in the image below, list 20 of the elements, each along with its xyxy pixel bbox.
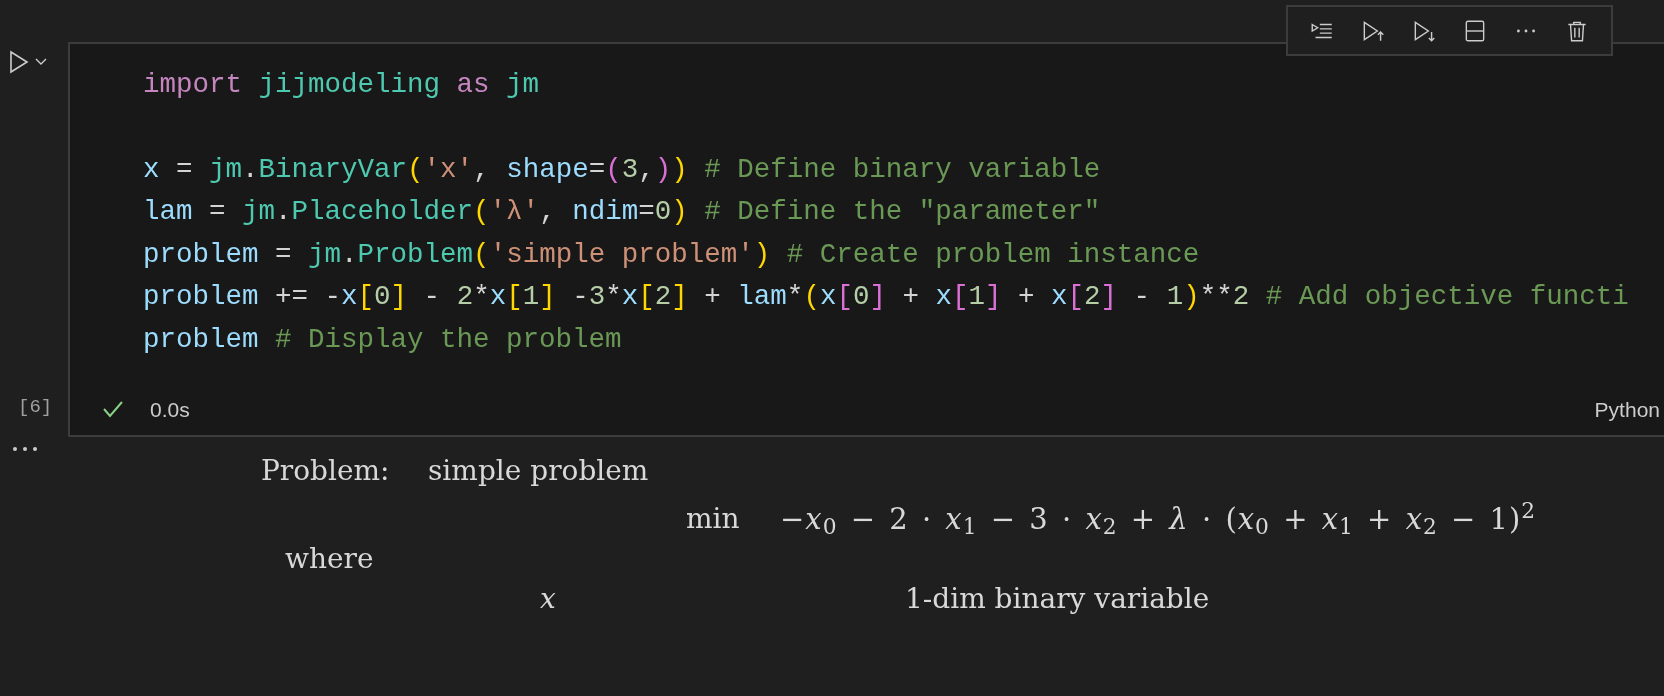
language-label[interactable]: Python bbox=[1594, 393, 1660, 425]
chevron-down-icon bbox=[34, 57, 48, 67]
more-icon bbox=[12, 445, 38, 453]
code-line: problem = jm.Problem('simple problem') # Create problem instance bbox=[143, 237, 1200, 272]
code-line: import jijmodeling as jm bbox=[143, 68, 540, 102]
code-line: problem # Display the problem bbox=[143, 322, 622, 357]
problem-label: Problem: bbox=[261, 453, 391, 489]
variable-description: 1-dim binary variable bbox=[905, 581, 1210, 617]
variable-symbol: x bbox=[540, 581, 557, 617]
execution-count: [6] bbox=[18, 395, 54, 420]
code-line: problem += -x[0] - 2*x[1] -3*x[2] + lam*(x[0] + x[1] + x[2] - 1)**2 # Add objective functi bbox=[143, 280, 1629, 314]
objective-sense: min bbox=[686, 501, 741, 537]
code-line: x = jm.BinaryVar('x', shape=(3,)) # Define binary variable bbox=[143, 152, 1101, 187]
code-line: lam = jm.Placeholder('λ', ndim=0) # Define the "parameter" bbox=[143, 195, 1101, 229]
run-cell-button[interactable] bbox=[8, 49, 48, 75]
play-icon bbox=[8, 49, 30, 75]
execution-time: 0.0s bbox=[150, 396, 190, 423]
where-label: where bbox=[285, 541, 374, 577]
objective-formula: −x$_{0}$ − 2 · x$_{1}$ − 3 · x$_{2}$ + λ · (x$_{0}$ + x$_{1}$ + x$_{2}$ − 1)$^{2}$ bbox=[780, 499, 1537, 539]
problem-name: simple problem bbox=[428, 453, 649, 489]
